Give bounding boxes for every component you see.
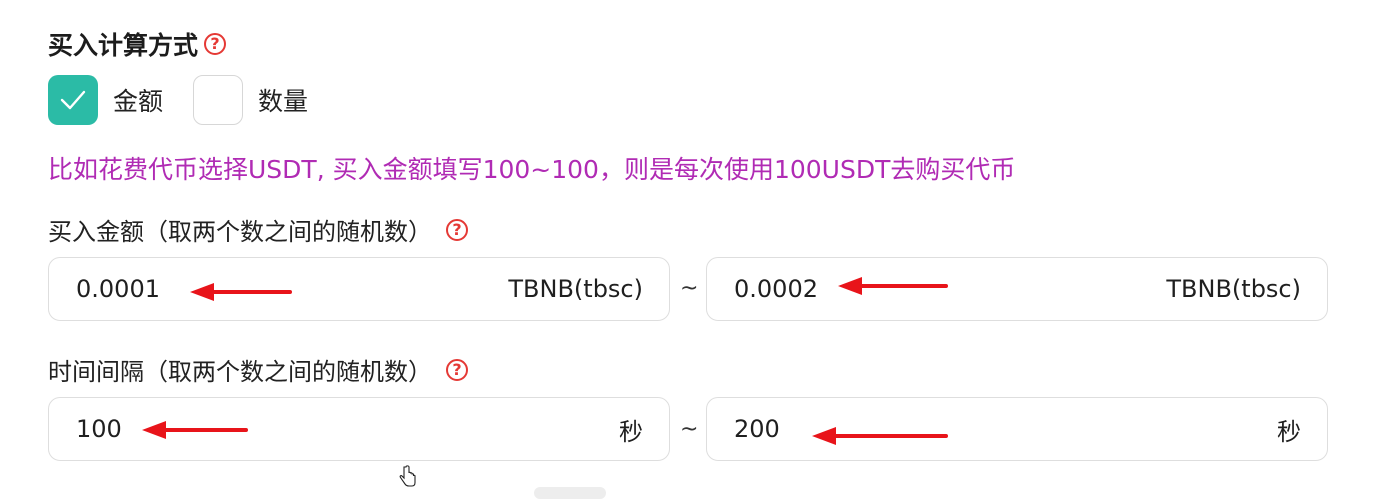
help-icon[interactable]: ?: [204, 33, 227, 55]
range-separator: ~: [680, 276, 699, 301]
amount-max-input[interactable]: 0.0002 TBNB(tbsc): [706, 257, 1328, 321]
hand-cursor-icon: [399, 465, 416, 487]
interval-max-value[interactable]: 200: [734, 415, 780, 443]
annotation-arrow-icon: [812, 427, 948, 445]
amount-option-label[interactable]: 金额: [113, 82, 163, 118]
amount-min-input[interactable]: 0.0001 TBNB(tbsc): [48, 257, 670, 321]
interval-max-input[interactable]: 200 秒: [706, 397, 1328, 461]
hint-text: 比如花费代币选择USDT, 买入金额填写100~100，则是每次使用100USD…: [48, 155, 1016, 184]
help-icon[interactable]: ?: [446, 218, 468, 241]
amount-min-value[interactable]: 0.0001: [76, 275, 160, 303]
calc-mode-title: 买入计算方式: [48, 31, 199, 60]
amount-max-unit: TBNB(tbsc): [1166, 275, 1301, 303]
amount-min-unit: TBNB(tbsc): [508, 275, 643, 303]
quantity-option-label[interactable]: 数量: [258, 82, 308, 118]
interval-label-text: 时间间隔（取两个数之间的随机数）: [48, 358, 432, 386]
annotation-arrow-icon: [142, 421, 248, 439]
quantity-checkbox[interactable]: [193, 75, 244, 125]
section-title: 买入计算方式 ?: [48, 26, 227, 62]
interval-min-value[interactable]: 100: [76, 415, 122, 443]
annotation-arrow-icon: [190, 283, 292, 301]
amount-label-text: 买入金额（取两个数之间的随机数）: [48, 218, 432, 246]
help-icon[interactable]: ?: [446, 358, 468, 381]
amount-max-value[interactable]: 0.0002: [734, 275, 818, 303]
annotation-arrow-icon: [838, 277, 948, 295]
amount-checkbox[interactable]: [48, 75, 98, 125]
interval-min-unit: 秒: [619, 417, 643, 446]
range-separator: ~: [680, 417, 699, 442]
calc-mode-options: 金额 数量: [48, 75, 338, 125]
interval-label: 时间间隔（取两个数之间的随机数） ?: [48, 352, 468, 387]
amount-label: 买入金额（取两个数之间的随机数） ?: [48, 212, 468, 247]
partial-button[interactable]: [534, 487, 606, 499]
check-icon: [60, 90, 86, 110]
interval-max-unit: 秒: [1277, 417, 1301, 446]
